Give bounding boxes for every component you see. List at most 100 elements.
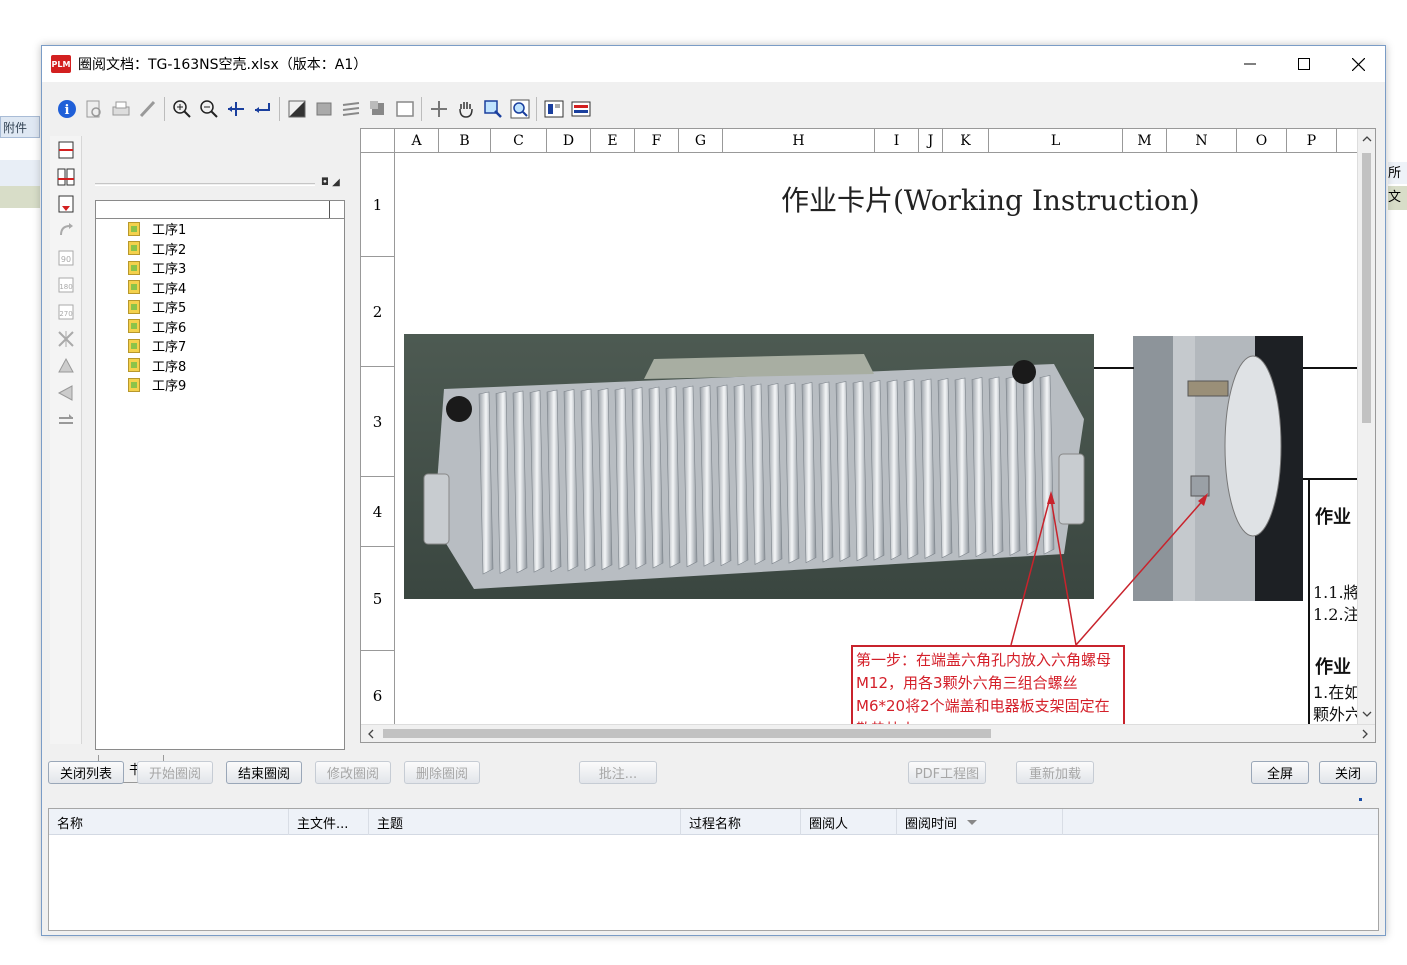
scroll-right-icon[interactable] [1357,725,1373,743]
window-controls [1223,46,1385,82]
zoom-in-button[interactable] [168,96,195,122]
swap-button[interactable] [53,407,79,433]
svg-text:180: 180 [59,283,72,291]
toolbar-separator [536,97,537,121]
fit-height-icon [254,103,270,113]
background-tab-label: 附件 [3,121,28,135]
review-list-header: 名称 主文件... 主题 过程名称 圈阅人 圈阅时间 [49,809,1378,835]
zoom-area-icon [510,99,529,119]
end-review-button[interactable]: 结束圈阅 [226,761,302,784]
close-icon [1351,57,1365,71]
bookmark-item[interactable]: 工序4 [96,278,344,298]
rotate-180-button[interactable]: 180 [53,272,79,298]
column-name[interactable]: 名称 [49,809,289,835]
bookmark-item[interactable]: 工序2 [96,239,344,259]
column-review-time-label: 圈阅时间 [905,816,958,832]
panel-resize-handle[interactable] [95,183,315,186]
minimize-icon [1244,63,1256,65]
modify-review-button[interactable]: 修改圈阅 [315,761,391,784]
vertical-scrollbar[interactable] [1357,129,1375,726]
column-subject[interactable]: 主题 [369,809,681,835]
rotate-button[interactable] [53,218,79,244]
bookmark-page-icon [128,338,140,353]
background-right-b: 文 [1388,186,1407,210]
rotate-90-button[interactable]: 90 [53,245,79,271]
scroll-up-icon[interactable] [1358,131,1376,147]
cut-page-button[interactable] [53,137,79,163]
maximize-button[interactable] [1277,46,1331,82]
column-review-time[interactable]: 圈阅时间 [897,809,1063,835]
bookmark-item-label: 工序2 [152,242,187,258]
zoom-in-icon [172,100,191,118]
bookmark-item-label: 工序5 [152,301,187,317]
reload-button[interactable]: 重新加载 [1016,761,1094,784]
bookmark-item[interactable]: 工序7 [96,336,344,356]
zoom-area-button[interactable] [506,96,533,122]
background-right-a: 所 [1388,162,1407,184]
pdf-drawing-button[interactable]: PDF工程图 [908,761,986,784]
print-button[interactable] [107,96,134,122]
mirror-button[interactable] [53,326,79,352]
document-viewer[interactable]: ABCDEFGHIJKLMNOP 123456 作业卡片(Working Ins… [360,128,1376,743]
bookmark-item[interactable]: 工序8 [96,356,344,376]
flip-vertical-button[interactable] [53,353,79,379]
rotate-270-icon: 270 [58,304,74,320]
ruler-button[interactable] [567,96,594,122]
splitter-handle[interactable] [1359,798,1362,801]
layout-button[interactable] [540,96,567,122]
column-main-file[interactable]: 主文件... [289,809,369,835]
move-icon [430,101,447,117]
rotate-270-button[interactable]: 270 [53,299,79,325]
lines-button[interactable] [337,96,364,122]
column-process-name[interactable]: 过程名称 [681,809,801,835]
bookmark-tree: 工序1 工序2 工序3 工序4 工序5 工序6 工序7 工序8 工序9 [95,200,345,750]
delete-review-button[interactable]: 删除圈阅 [404,761,480,784]
bookmark-item[interactable]: 工序6 [96,317,344,337]
bookmark-item[interactable]: 工序5 [96,297,344,317]
annotate-button[interactable]: 批注... [579,761,657,784]
zoom-out-button[interactable] [195,96,222,122]
merge-page-button[interactable] [53,191,79,217]
scroll-left-icon[interactable] [363,725,379,743]
start-review-button[interactable]: 开始圈阅 [137,761,213,784]
hand-button[interactable] [452,96,479,122]
bookmark-item-label: 工序6 [152,320,187,336]
cut-page-icon [58,141,74,159]
bookmark-item[interactable]: 工序3 [96,258,344,278]
close-window-button[interactable] [1331,46,1385,82]
fullscreen-button[interactable]: 全屏 [1251,761,1309,784]
close-list-button[interactable]: 关闭列表 [48,761,124,784]
toolbar-separator [421,97,422,121]
print-preview-button[interactable] [80,96,107,122]
close-button[interactable]: 关闭 [1319,761,1377,784]
minimize-button[interactable] [1223,46,1277,82]
info-button[interactable]: i [53,96,80,122]
flip-horizontal-button[interactable] [53,380,79,406]
bookmark-item-label: 工序4 [152,281,187,297]
column-reviewer[interactable]: 圈阅人 [801,809,897,835]
horizontal-scrollbar[interactable] [361,724,1375,743]
rotate-180-icon: 180 [58,277,74,293]
scroll-down-icon[interactable] [1358,706,1376,722]
bookmark-page-icon [128,280,140,295]
stamp-button[interactable] [364,96,391,122]
pen-button[interactable] [134,96,161,122]
bookmark-item[interactable]: 工序1 [96,219,344,239]
bookmark-item[interactable]: 工序9 [96,375,344,395]
split-page-icon [57,168,75,186]
split-page-button[interactable] [53,164,79,190]
magnifier-button[interactable] [479,96,506,122]
frame-button[interactable] [391,96,418,122]
fill-button[interactable] [310,96,337,122]
fit-width-button[interactable] [222,96,249,122]
vertical-scroll-thumb[interactable] [1362,153,1371,423]
move-button[interactable] [425,96,452,122]
mirror-icon [58,331,74,347]
shape-button[interactable] [283,96,310,122]
fit-height-button[interactable] [249,96,276,122]
background-right-b-label: 文 [1388,190,1402,205]
bookmark-page-icon [128,260,140,275]
horizontal-scroll-thumb[interactable] [383,729,991,738]
panel-dock-icon[interactable]: ◘ ◢ [321,177,340,188]
svg-text:90: 90 [61,255,71,264]
